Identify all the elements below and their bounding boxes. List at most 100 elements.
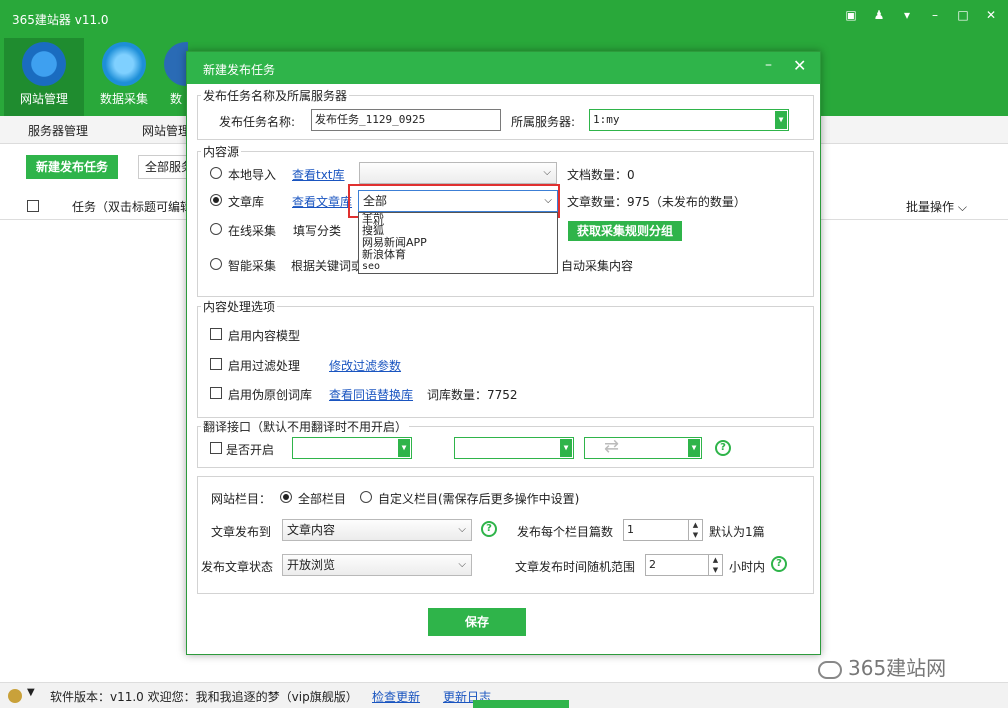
nav-data-collection[interactable]: 数据采集 [84,38,164,116]
custom-columns-label: 自定义栏目(需保存后更多操作中设置) [378,492,580,506]
local-import-radio[interactable] [210,167,222,179]
spinner-arrows-icon[interactable]: ▲ ▼ [688,520,702,540]
chevron-down-icon: ⌵ [957,200,967,214]
translate-enable-label: 是否开启 [226,443,275,457]
enable-filter-checkbox[interactable] [210,358,222,370]
help-icon[interactable]: ? [481,521,497,537]
site-column-label: 网站栏目： [211,492,272,506]
watermark: 365建站网 [818,652,946,681]
dropdown-arrow-icon[interactable]: ▼ [398,439,410,457]
random-range-value: 2 [649,558,656,571]
dropdown-option[interactable]: seo [359,261,557,273]
batch-operation-menu[interactable]: 批量操作 ⌵ [906,198,967,215]
app-title: 365建站器 v11.0 [12,13,109,27]
task-column-header: 任务（双击标题可编辑 [72,200,193,214]
random-range-label: 文章发布时间随机范围 [515,560,636,574]
maximize-icon[interactable]: □ [956,8,970,22]
task-name-input[interactable]: 发布任务_1129_0925 [311,109,501,131]
dropdown-option[interactable]: 新浪体育 [359,249,557,261]
custom-columns-radio[interactable] [360,491,372,503]
spinner-arrows-icon[interactable]: ▲ ▼ [708,555,722,575]
caret-down-icon[interactable]: ▼ [27,687,35,698]
check-update-link[interactable]: 检查更新 [372,688,420,705]
nav-label: 数据采集 [99,92,148,106]
help-icon[interactable]: ? [715,440,731,456]
article-lib-radio[interactable] [210,194,222,206]
menu-icon[interactable]: ▾ [900,8,914,22]
publish-status-select[interactable]: 开放浏览 ⌵ [282,554,472,576]
default-one-label: 默认为1篇 [709,525,765,539]
task-name-group-title: 发布任务名称及所属服务器 [201,87,350,104]
task-name-label: 发布任务名称: [219,115,296,129]
lexicon-count: 词库数量：7752 [427,388,518,402]
minimize-icon[interactable]: – [928,8,942,22]
view-synonyms-link[interactable]: 查看同语替换库 [329,386,413,403]
all-columns-radio[interactable] [280,491,292,503]
online-collect-radio[interactable] [210,223,222,235]
status-progress [473,700,569,708]
target-language-select[interactable]: ▼ [584,437,702,459]
save-button[interactable]: 保存 [428,608,526,636]
select-all-checkbox[interactable] [27,200,39,212]
publish-to-value: 文章内容 [287,523,336,537]
dropdown-arrow-icon[interactable]: ▼ [560,439,572,457]
publish-to-select[interactable]: 文章内容 ⌵ [282,519,472,541]
publish-status-label: 发布文章状态 [201,560,274,574]
local-import-label: 本地导入 [228,168,277,182]
watermark-text: 365建站网 [848,656,947,680]
nav-site-management[interactable]: 网站管理 [4,38,84,116]
auto-collect-text: 自动采集内容 [561,259,634,273]
monitor-icon [22,42,66,86]
article-category-value: 全部 [363,194,388,208]
article-category-select[interactable]: 全部 ⌵ [358,190,558,212]
view-article-link[interactable]: 查看文章库 [292,193,352,210]
dialog-titlebar[interactable]: 新建发布任务 – ✕ [187,52,820,84]
subnav-site-management[interactable]: 网站管理 [142,122,190,139]
modify-filter-link[interactable]: 修改过滤参数 [329,357,401,374]
close-icon[interactable]: ✕ [984,8,998,22]
minimize-icon[interactable]: – [765,57,772,73]
view-txt-link[interactable]: 查看txt库 [292,166,345,183]
globe-icon [102,42,146,86]
enable-pseudo-label: 启用伪原创词库 [228,388,313,402]
server-label: 所属服务器: [511,115,576,129]
random-range-input[interactable]: 2 ▲ ▼ [645,554,723,576]
user-icon[interactable] [8,689,22,703]
source-language-select[interactable]: ▼ [454,437,574,459]
server-select[interactable]: 1:my ▼ [589,109,789,131]
wechat-icon [818,660,842,679]
translate-enable-checkbox[interactable] [210,442,222,454]
dialog-title: 新建发布任务 [203,63,276,77]
chevron-down-icon: ⌵ [458,559,466,570]
nav-data[interactable]: 数 [164,38,188,116]
swap-arrows-icon: ⇄ [604,436,620,457]
smart-collect-radio[interactable] [210,258,222,270]
enable-pseudo-checkbox[interactable] [210,387,222,399]
translate-api-select[interactable]: ▼ [292,437,412,459]
get-rules-button[interactable]: 获取采集规则分组 [568,221,682,241]
server-value: 1:my [593,113,620,126]
nav-label: 数 [169,92,182,106]
batch-operation-label: 批量操作 [906,200,955,214]
hours-within-label: 小时内 [729,560,766,574]
per-column-input[interactable]: 1 ▲ ▼ [623,519,703,541]
message-icon[interactable]: ▣ [844,8,858,22]
online-collect-label: 在线采集 [228,224,277,238]
new-task-dialog: 新建发布任务 – ✕ 发布任务名称及所属服务器 发布任务名称: 发布任务_112… [186,51,821,655]
help-icon[interactable]: ? [771,556,787,572]
skin-icon[interactable]: ♟ [872,8,886,22]
per-column-label: 发布每个栏目篇数 [517,525,614,539]
content-source-title: 内容源 [201,143,242,160]
txt-library-select[interactable]: ⌵ [359,162,557,184]
new-task-button[interactable]: 新建发布任务 [26,155,118,179]
chevron-down-icon: ⌵ [458,524,466,535]
smart-collect-label: 智能采集 [228,259,277,273]
close-icon[interactable]: ✕ [793,56,806,75]
enable-model-checkbox[interactable] [210,328,222,340]
article-lib-label: 文章库 [228,195,265,209]
subnav-server-management[interactable]: 服务器管理 [28,122,88,139]
dropdown-arrow-icon[interactable]: ▼ [775,111,787,129]
dropdown-arrow-icon[interactable]: ▼ [688,439,700,457]
publish-to-label: 文章发布到 [211,525,272,539]
article-category-options: 全部 手机 搜狐 网易新闻APP 新浪体育 seo [358,212,558,274]
